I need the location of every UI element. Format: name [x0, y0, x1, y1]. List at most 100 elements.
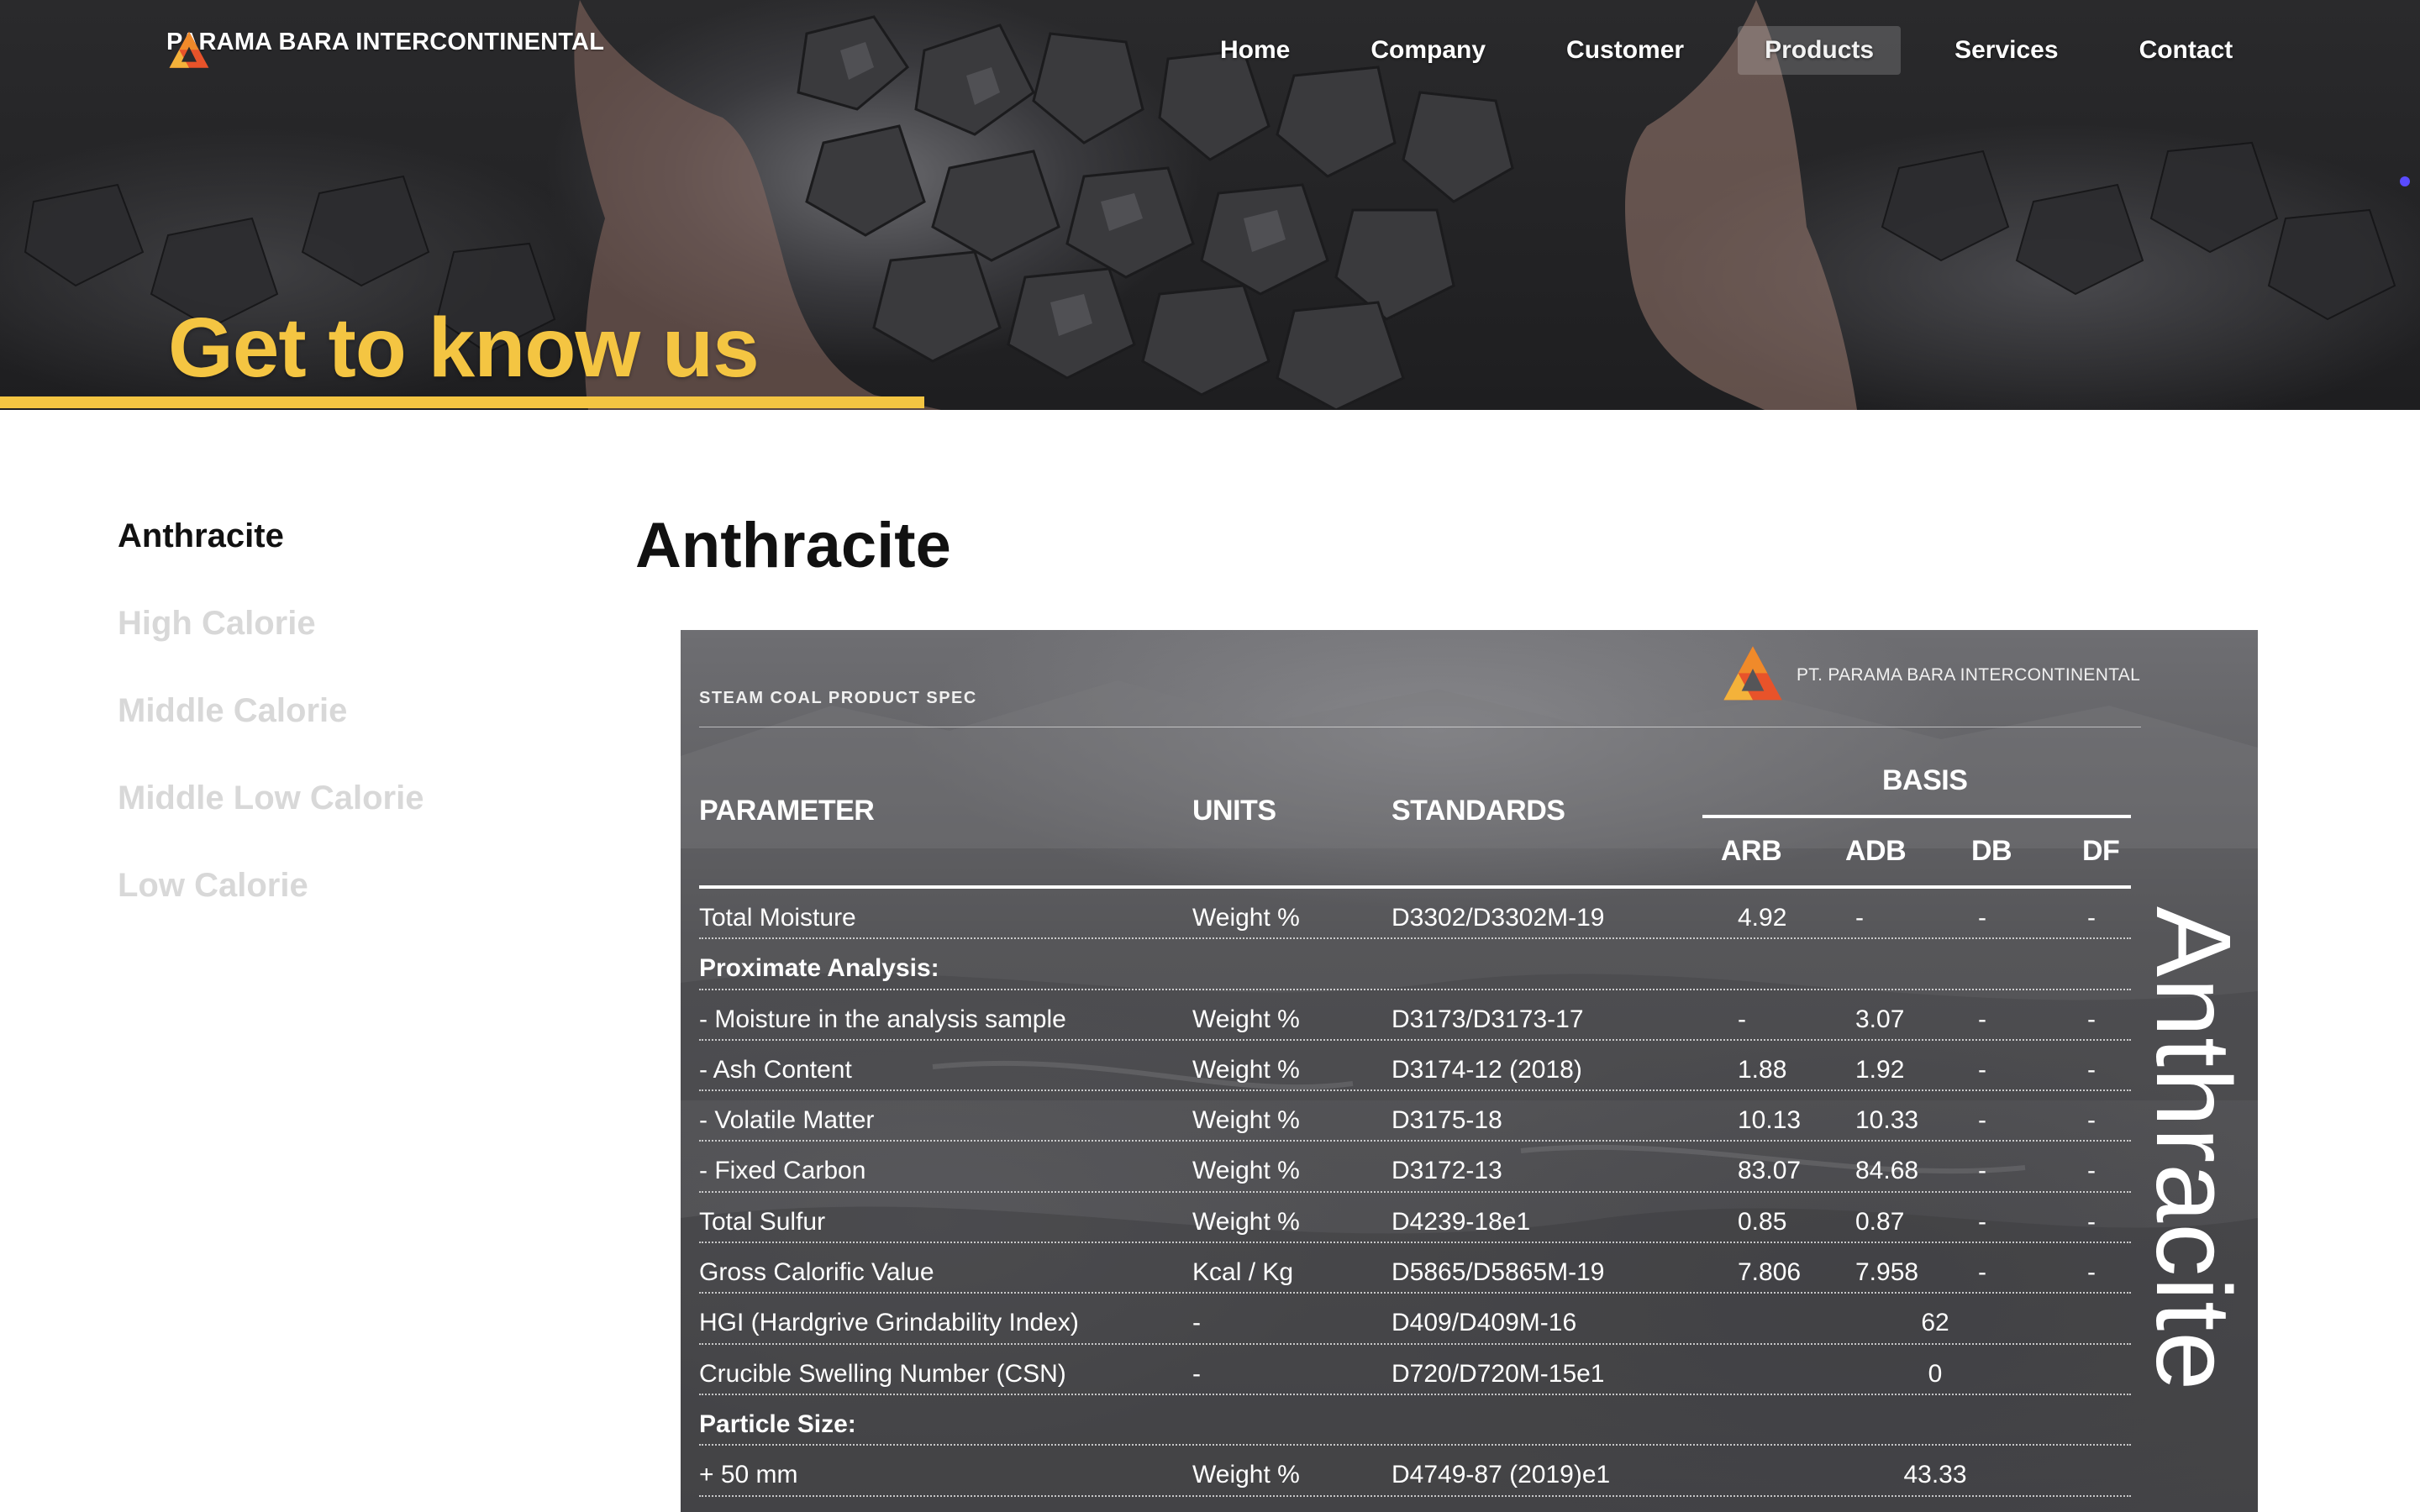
cell-units: Weight % — [1192, 1106, 1300, 1135]
cell-arb: 1.88 — [1738, 1055, 1787, 1084]
cell-standard: D3173/D3173-17 — [1392, 1005, 1584, 1033]
cell-units: Weight % — [1192, 904, 1300, 932]
table-row: - Fixed Carbon Weight % D3172-13 83.07 8… — [699, 1142, 2131, 1193]
cell-parameter: Total Moisture — [699, 904, 856, 932]
table-row: Gross Calorific Value Kcal / Kg D5865/D5… — [699, 1243, 2131, 1294]
col-header-arb: ARB — [1721, 835, 1782, 867]
cell-db: - — [1978, 1258, 1986, 1287]
sidebar-item-middle-calorie[interactable]: Middle Calorie — [118, 694, 424, 727]
col-header-adb: ADB — [1845, 835, 1907, 867]
cell-arb: - — [1738, 1005, 1746, 1033]
cell-basis-value: 62 — [1921, 1309, 1949, 1337]
cell-arb: 83.07 — [1738, 1157, 1802, 1185]
spec-company-name: PT. PARAMA BARA INTERCONTINENTAL — [1797, 665, 2141, 685]
cell-df: - — [2087, 1157, 2096, 1185]
cell-df: - — [2087, 1005, 2096, 1033]
cell-adb: 0.87 — [1855, 1207, 1905, 1236]
cell-parameter: HGI (Hardgrive Grindability Index) — [699, 1309, 1079, 1337]
hero-title: Get to know us — [168, 301, 760, 395]
cell-arb: 4.92 — [1738, 904, 1787, 932]
cell-units: - — [1192, 1359, 1201, 1388]
cell-parameter: Crucible Swelling Number (CSN) — [699, 1359, 1066, 1388]
cell-units: Weight % — [1192, 1207, 1300, 1236]
cell-parameter: - Volatile Matter — [699, 1106, 875, 1135]
cell-standard: D5865/D5865M-19 — [1392, 1258, 1605, 1287]
hero-underline — [0, 396, 924, 408]
cell-units: - — [1192, 1309, 1201, 1337]
col-header-standards: STANDARDS — [1392, 795, 1565, 827]
cell-parameter: - Fixed Carbon — [699, 1157, 866, 1185]
col-header-df: DF — [2082, 835, 2120, 867]
hero-banner: PARAMA BARA INTERCONTINENTAL Home Compan… — [0, 0, 2420, 410]
spec-side-title-text: Anthracite — [2134, 906, 2253, 1392]
sidebar-item-anthracite[interactable]: Anthracite — [118, 519, 424, 553]
cell-units: Weight % — [1192, 1055, 1300, 1084]
cell-standard: D3175-18 — [1392, 1106, 1502, 1135]
cell-units: Weight % — [1192, 1005, 1300, 1033]
cell-units: Weight % — [1192, 1157, 1300, 1185]
cell-units: Kcal / Kg — [1192, 1258, 1294, 1287]
cell-db: - — [1978, 904, 1986, 932]
cell-arb: 7.806 — [1738, 1258, 1802, 1287]
company-logo-icon — [1723, 646, 1782, 701]
cell-basis-value: 43.33 — [1903, 1461, 1967, 1489]
table-row: + 50 mm Weight % D4749-87 (2019)e1 43.33 — [699, 1446, 2131, 1497]
brand-logo-icon — [169, 31, 209, 68]
cell-parameter: - Ash Content — [699, 1055, 852, 1084]
sidebar-item-low-calorie[interactable]: Low Calorie — [118, 869, 424, 902]
cell-adb: - — [1855, 904, 1864, 932]
cell-units: Weight % — [1192, 1461, 1300, 1489]
spec-side-title: Anthracite — [2134, 889, 2253, 1410]
col-header-basis: BASIS — [1882, 764, 1968, 796]
cell-df: - — [2087, 1106, 2096, 1135]
cell-section-title: Particle Size: — [699, 1410, 856, 1438]
table-row: - Ash Content Weight % D3174-12 (2018) 1… — [699, 1041, 2131, 1092]
cell-standard: D3174-12 (2018) — [1392, 1055, 1582, 1084]
table-row: Total Moisture Weight % D3302/D3302M-19 … — [699, 889, 2131, 940]
cell-df: - — [2087, 1258, 2096, 1287]
cell-standard: D409/D409M-16 — [1392, 1309, 1577, 1337]
cell-db: - — [1978, 1055, 1986, 1084]
brand-logo[interactable]: PARAMA BARA INTERCONTINENTAL — [166, 29, 605, 68]
cell-parameter: - Moisture in the analysis sample — [699, 1005, 1066, 1033]
spec-header-label: STEAM COAL PRODUCT SPEC — [699, 689, 977, 707]
cell-db: - — [1978, 1005, 1986, 1033]
cell-arb: 0.85 — [1738, 1207, 1787, 1236]
cell-db: - — [1978, 1106, 1986, 1135]
col-header-parameter: PARAMETER — [699, 795, 875, 827]
nav-home[interactable]: Home — [1193, 26, 1317, 75]
brand-name: PARAMA BARA INTERCONTINENTAL — [166, 29, 605, 55]
sidebar-item-high-calorie[interactable]: High Calorie — [118, 606, 424, 640]
scroll-indicator-dot — [2400, 176, 2410, 186]
cell-df: - — [2087, 1055, 2096, 1084]
cell-df: - — [2087, 904, 2096, 932]
col-header-units: UNITS — [1192, 795, 1276, 827]
table-row: Total Sulfur Weight % D4239-18e1 0.85 0.… — [699, 1193, 2131, 1244]
nav-products[interactable]: Products — [1738, 26, 1902, 75]
cell-parameter: Total Sulfur — [699, 1207, 826, 1236]
cell-adb: 10.33 — [1855, 1106, 1919, 1135]
table-section-row: Particle Size: — [699, 1395, 2131, 1446]
cell-adb: 7.958 — [1855, 1258, 1919, 1287]
cell-basis-value: 0 — [1928, 1359, 1943, 1388]
nav-services[interactable]: Services — [1928, 26, 2085, 75]
cell-standard: D720/D720M-15e1 — [1392, 1359, 1605, 1388]
cell-db: - — [1978, 1157, 1986, 1185]
cell-standard: D4749-87 (2019)e1 — [1392, 1461, 1611, 1489]
col-header-db: DB — [1971, 835, 2012, 867]
spec-card: STEAM COAL PRODUCT SPEC PT. PARAMA BARA … — [681, 630, 2258, 1512]
table-row: Crucible Swelling Number (CSN) - D720/D7… — [699, 1345, 2131, 1395]
cell-arb: 10.13 — [1738, 1106, 1802, 1135]
cell-standard: D4239-18e1 — [1392, 1207, 1531, 1236]
cell-section-title: Proximate Analysis: — [699, 954, 939, 983]
cell-adb: 84.68 — [1855, 1157, 1919, 1185]
table-row: HGI (Hardgrive Grindability Index) - D40… — [699, 1294, 2131, 1345]
table-section-row: Proximate Analysis: — [699, 939, 2131, 990]
main-nav: Home Company Customer Products Services … — [1193, 25, 2260, 76]
sidebar-item-middle-low-calorie[interactable]: Middle Low Calorie — [118, 781, 424, 815]
nav-contact[interactable]: Contact — [2112, 26, 2260, 75]
nav-company[interactable]: Company — [1344, 26, 1512, 75]
spec-table: Total Moisture Weight % D3302/D3302M-19 … — [699, 889, 2131, 1497]
cell-parameter: + 50 mm — [699, 1461, 798, 1489]
nav-customer[interactable]: Customer — [1539, 26, 1711, 75]
